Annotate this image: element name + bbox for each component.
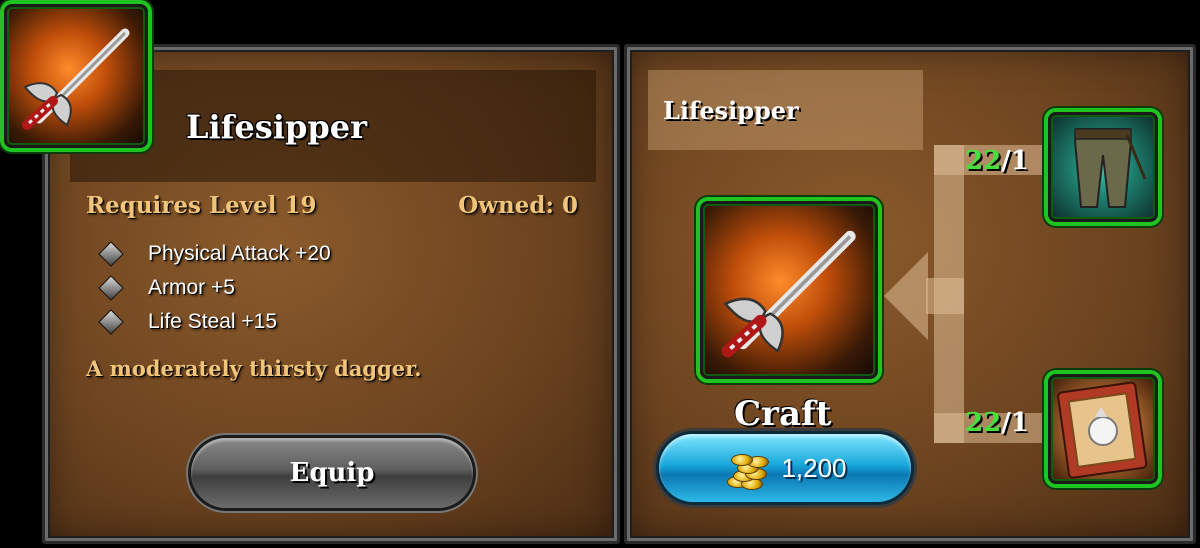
- stat-label: Armor +5: [148, 276, 235, 299]
- pants-icon: [1073, 128, 1147, 208]
- diamond-bullet-icon: [98, 241, 124, 267]
- ingredient-book[interactable]: [1048, 374, 1158, 484]
- book-icon: [1057, 381, 1148, 479]
- craft-result-icon[interactable]: [700, 201, 878, 379]
- ingredient-count: 22/1: [965, 408, 1029, 438]
- stat-row: Armor +5: [96, 275, 235, 301]
- gold-coins-icon: [723, 448, 770, 490]
- diamond-bullet-icon: [98, 309, 124, 335]
- required-level: Requires Level 19: [86, 192, 317, 219]
- item-title: Lifesipper: [186, 108, 367, 146]
- recipe-name: Lifesipper: [663, 96, 799, 125]
- diamond-bullet-icon: [98, 275, 124, 301]
- dagger-icon: [22, 28, 130, 130]
- connector-line: [926, 278, 964, 314]
- equip-button[interactable]: Equip: [191, 438, 473, 508]
- stat-row: Physical Attack +20: [96, 241, 331, 267]
- ingredient-need: /1: [1001, 408, 1029, 438]
- arrow-left-icon: [884, 252, 928, 340]
- item-description: A moderately thirsty dagger.: [86, 356, 422, 381]
- dagger-icon: [721, 230, 856, 358]
- equip-button-label: Equip: [289, 458, 375, 488]
- craft-button[interactable]: 1,200: [659, 434, 911, 502]
- stat-row: Life Steal +15: [96, 309, 278, 335]
- owned-count: Owned: 0: [458, 192, 578, 219]
- ingredient-have: 22: [965, 408, 1002, 438]
- craft-label: Craft: [734, 394, 832, 434]
- ingredient-have: 22: [965, 146, 1002, 176]
- item-icon-dagger[interactable]: [4, 4, 148, 148]
- ingredient-pants[interactable]: [1048, 112, 1158, 222]
- ingredient-count: 22/1: [965, 146, 1029, 176]
- stat-label: Physical Attack +20: [148, 242, 331, 265]
- craft-cost: 1,200: [781, 452, 847, 483]
- stat-label: Life Steal +15: [148, 310, 278, 333]
- ingredient-need: /1: [1001, 146, 1029, 176]
